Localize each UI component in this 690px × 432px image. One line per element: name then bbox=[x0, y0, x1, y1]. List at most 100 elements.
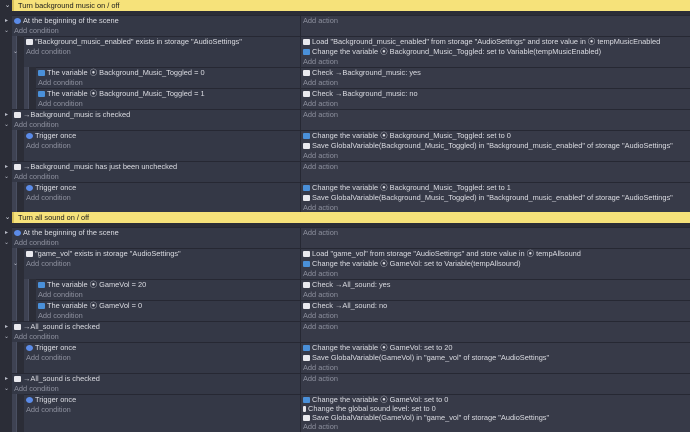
action[interactable]: Change the variable ⦿ Background_Music_T… bbox=[303, 183, 511, 193]
event-row[interactable]: The variable ⦿ GameVol = 0 Add condition… bbox=[0, 300, 690, 321]
add-action-link[interactable]: Add action bbox=[303, 78, 338, 88]
collapse-arrow[interactable]: ▸ bbox=[3, 17, 10, 24]
action[interactable]: Change the variable ⦿ GameVol: set to 20 bbox=[303, 343, 453, 353]
chevron-down-icon[interactable]: ⌄ bbox=[12, 260, 19, 267]
event-row[interactable]: ▸ ⌄ At the beginning of the scene Add co… bbox=[0, 15, 690, 36]
collapse-arrow[interactable]: ▸ bbox=[3, 229, 10, 236]
chevron-down-icon[interactable]: ⌄ bbox=[3, 333, 10, 340]
add-condition-link[interactable]: Add condition bbox=[38, 78, 83, 88]
event-row[interactable]: Trigger once Add condition Change the va… bbox=[0, 394, 690, 432]
add-condition-link[interactable]: Add condition bbox=[38, 99, 83, 109]
chevron-down-icon[interactable]: ⌄ bbox=[12, 48, 19, 55]
storage-icon bbox=[303, 39, 310, 45]
condition[interactable]: "game_vol" exists in storage "AudioSetti… bbox=[26, 249, 181, 259]
add-condition-link[interactable]: Add condition bbox=[26, 193, 71, 203]
condition[interactable]: →Background_music is checked bbox=[14, 110, 130, 120]
action[interactable]: Change the variable ⦿ Background_Music_T… bbox=[303, 131, 511, 141]
collapse-arrow[interactable]: ▸ bbox=[3, 163, 10, 170]
add-condition-link[interactable]: Add condition bbox=[14, 238, 59, 248]
action[interactable]: Save GlobalVariable(Background_Music_Tog… bbox=[303, 193, 673, 203]
event-row[interactable]: The variable ⦿ GameVol = 20 Add conditio… bbox=[0, 279, 690, 300]
add-condition-link[interactable]: Add condition bbox=[26, 47, 71, 57]
action[interactable]: Check →All_sound: no bbox=[303, 301, 387, 311]
add-action-link[interactable]: Add action bbox=[303, 322, 338, 332]
condition[interactable]: "Background_music_enabled" exists in sto… bbox=[26, 37, 242, 47]
condition[interactable]: Trigger once bbox=[26, 395, 76, 405]
add-condition-link[interactable]: Add condition bbox=[26, 353, 71, 363]
add-condition-link[interactable]: Add condition bbox=[14, 172, 59, 182]
action[interactable]: Check →Background_music: no bbox=[303, 89, 418, 99]
action[interactable]: Change the variable ⦿ GameVol: set to Va… bbox=[303, 259, 521, 269]
add-action-link[interactable]: Add action bbox=[303, 363, 338, 373]
chevron-down-icon[interactable]: ⌄ bbox=[3, 173, 10, 180]
condition[interactable]: The variable ⦿ Background_Music_Toggled … bbox=[38, 68, 205, 78]
event-row[interactable]: ▸ ⌄ →Background_music is checked Add con… bbox=[0, 109, 690, 130]
add-action-link[interactable]: Add action bbox=[303, 422, 338, 432]
add-action-link[interactable]: Add action bbox=[303, 57, 338, 67]
condition[interactable]: The variable ⦿ Background_Music_Toggled … bbox=[38, 89, 205, 99]
event-row[interactable]: ▸ ⌄ →All_sound is checked Add condition … bbox=[0, 373, 690, 394]
add-action-link[interactable]: Add action bbox=[303, 374, 338, 384]
add-action-link[interactable]: Add action bbox=[303, 99, 338, 109]
checkbox-icon bbox=[303, 303, 310, 309]
chevron-down-icon[interactable]: ⌄ bbox=[3, 385, 10, 392]
condition[interactable]: →Background_music has just been unchecke… bbox=[14, 162, 177, 172]
event-row[interactable]: The variable ⦿ Background_Music_Toggled … bbox=[0, 67, 690, 88]
add-condition-link[interactable]: Add condition bbox=[14, 384, 59, 394]
action[interactable]: Check →All_sound: yes bbox=[303, 280, 390, 290]
condition[interactable]: At the beginning of the scene bbox=[14, 228, 119, 238]
chevron-down-icon[interactable]: ⌄ bbox=[3, 121, 10, 128]
event-row[interactable]: ⌄ "game_vol" exists in storage "AudioSet… bbox=[0, 248, 690, 279]
event-row[interactable]: Trigger once Add condition Change the va… bbox=[0, 130, 690, 161]
chevron-down-icon[interactable]: ⌄ bbox=[3, 27, 10, 34]
condition[interactable]: →All_sound is checked bbox=[14, 322, 100, 332]
condition[interactable]: The variable ⦿ GameVol = 0 bbox=[38, 301, 142, 311]
chevron-down-icon[interactable]: ⌄ bbox=[3, 239, 10, 246]
group-header-background-music[interactable]: Turn background music on / off bbox=[12, 0, 690, 11]
condition[interactable]: →All_sound is checked bbox=[14, 374, 100, 384]
action[interactable]: Change the variable ⦿ Background_Music_T… bbox=[303, 47, 601, 57]
trigger-icon bbox=[26, 345, 33, 351]
condition[interactable]: Trigger once bbox=[26, 183, 76, 193]
add-condition-link[interactable]: Add condition bbox=[26, 259, 71, 269]
action[interactable]: Save GlobalVariable(GameVol) in "game_vo… bbox=[303, 353, 549, 363]
add-action-link[interactable]: Add action bbox=[303, 110, 338, 120]
group-collapse-arrow[interactable]: ⌄ bbox=[3, 213, 12, 221]
event-row[interactable]: ▸ ⌄ At the beginning of the scene Add co… bbox=[0, 227, 690, 248]
add-action-link[interactable]: Add action bbox=[303, 151, 338, 161]
add-condition-link[interactable]: Add condition bbox=[14, 332, 59, 342]
event-row[interactable]: Trigger once Add condition Change the va… bbox=[0, 182, 690, 212]
action[interactable]: Save GlobalVariable(Background_Music_Tog… bbox=[303, 141, 673, 151]
condition[interactable]: The variable ⦿ GameVol = 20 bbox=[38, 280, 146, 290]
add-condition-link[interactable]: Add condition bbox=[14, 26, 59, 36]
event-row[interactable]: ▸ ⌄ →Background_music has just been unch… bbox=[0, 161, 690, 182]
action[interactable]: Check →Background_music: yes bbox=[303, 68, 421, 78]
add-action-link[interactable]: Add action bbox=[303, 16, 338, 26]
add-action-link[interactable]: Add action bbox=[303, 228, 338, 238]
event-row[interactable]: ⌄ "Background_music_enabled" exists in s… bbox=[0, 36, 690, 67]
collapse-arrow[interactable]: ▸ bbox=[3, 111, 10, 118]
add-condition-link[interactable]: Add condition bbox=[38, 290, 83, 300]
group-header-all-sound[interactable]: Turn all sound on / off bbox=[12, 212, 690, 223]
add-condition-link[interactable]: Add condition bbox=[26, 405, 71, 415]
add-action-link[interactable]: Add action bbox=[303, 269, 338, 279]
add-condition-link[interactable]: Add condition bbox=[26, 141, 71, 151]
event-row[interactable]: ▸ ⌄ →All_sound is checked Add condition … bbox=[0, 321, 690, 342]
add-action-link[interactable]: Add action bbox=[303, 290, 338, 300]
add-condition-link[interactable]: Add condition bbox=[38, 311, 83, 321]
collapse-arrow[interactable]: ▸ bbox=[3, 375, 10, 382]
condition[interactable]: At the beginning of the scene bbox=[14, 16, 119, 26]
add-condition-link[interactable]: Add condition bbox=[14, 120, 59, 130]
event-row[interactable]: Trigger once Add condition Change the va… bbox=[0, 342, 690, 373]
action[interactable]: Save GlobalVariable(GameVol) in "game_vo… bbox=[303, 413, 549, 423]
condition[interactable]: Trigger once bbox=[26, 131, 76, 141]
action[interactable]: Load "game_vol" from storage "AudioSetti… bbox=[303, 249, 581, 259]
event-row[interactable]: The variable ⦿ Background_Music_Toggled … bbox=[0, 88, 690, 109]
collapse-arrow[interactable]: ▸ bbox=[3, 323, 10, 330]
scene-start-icon bbox=[14, 230, 21, 236]
add-action-link[interactable]: Add action bbox=[303, 311, 338, 321]
group-collapse-arrow[interactable]: ⌄ bbox=[3, 1, 12, 9]
condition[interactable]: Trigger once bbox=[26, 343, 76, 353]
action[interactable]: Load "Background_music_enabled" from sto… bbox=[303, 37, 660, 47]
add-action-link[interactable]: Add action bbox=[303, 162, 338, 172]
